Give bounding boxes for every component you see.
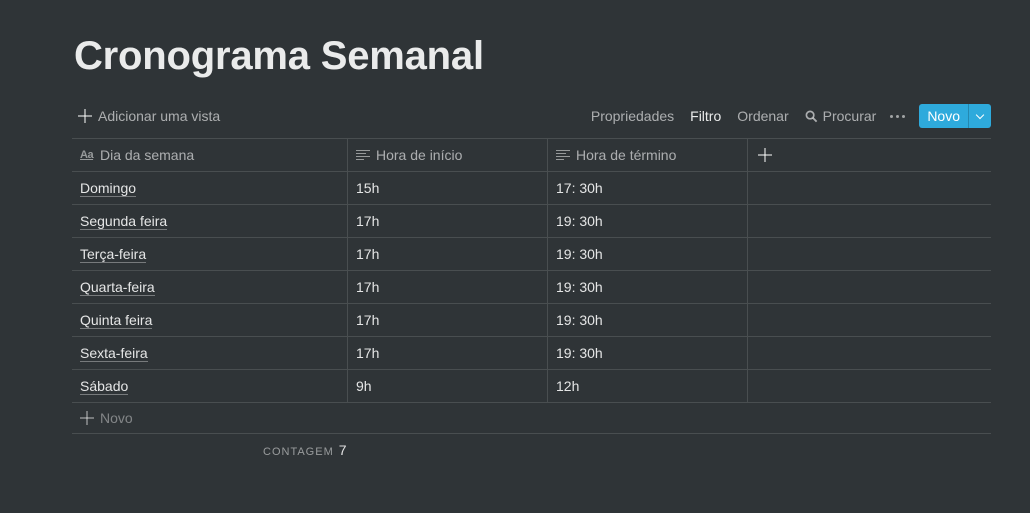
start-cell[interactable]: 17h	[348, 337, 548, 369]
table-row[interactable]: Sábado 9h 12h	[72, 370, 991, 403]
plus-icon	[78, 109, 92, 123]
page-title[interactable]: Cronograma Semanal	[74, 34, 484, 79]
day-cell[interactable]: Quarta-feira	[72, 271, 348, 303]
add-view-button[interactable]: Adicionar uma vista	[72, 108, 220, 124]
day-text: Domingo	[80, 179, 137, 197]
plus-icon	[758, 148, 772, 162]
day-text: Terça-feira	[80, 245, 147, 263]
search-icon	[805, 110, 817, 122]
column-header-end[interactable]: Hora de término	[548, 139, 748, 171]
start-cell[interactable]: 15h	[348, 172, 548, 204]
count-value: 7	[338, 442, 347, 458]
chevron-down-icon	[975, 110, 985, 119]
add-column-button[interactable]	[748, 139, 991, 171]
end-cell[interactable]: 12h	[548, 370, 748, 402]
start-cell[interactable]: 17h	[348, 205, 548, 237]
empty-cell[interactable]	[748, 205, 991, 237]
day-text: Quarta-feira	[80, 278, 155, 296]
title-aa-icon: Aa	[80, 149, 94, 161]
end-cell[interactable]: 19: 30h	[548, 205, 748, 237]
day-cell[interactable]: Terça-feira	[72, 238, 348, 270]
plus-icon	[80, 411, 94, 425]
end-cell[interactable]: 19: 30h	[548, 271, 748, 303]
day-cell[interactable]: Segunda feira	[72, 205, 348, 237]
table-row[interactable]: Quinta feira 17h 19: 30h	[72, 304, 991, 337]
day-text: Sábado	[80, 377, 129, 395]
filter-button[interactable]: Filtro	[682, 108, 729, 124]
database-table: Aa Dia da semana Hora de início Hora de …	[72, 138, 991, 434]
text-lines-icon	[556, 149, 570, 161]
column-header-start[interactable]: Hora de início	[348, 139, 548, 171]
end-cell[interactable]: 19: 30h	[548, 238, 748, 270]
start-cell[interactable]: 17h	[348, 271, 548, 303]
start-cell[interactable]: 9h	[348, 370, 548, 402]
new-button[interactable]: Novo	[919, 104, 968, 128]
add-view-label: Adicionar uma vista	[98, 108, 221, 124]
day-cell[interactable]: Sexta-feira	[72, 337, 348, 369]
column-header-label: Hora de início	[376, 147, 463, 163]
day-cell[interactable]: Sábado	[72, 370, 348, 402]
end-cell[interactable]: 19: 30h	[548, 337, 748, 369]
end-cell[interactable]: 17: 30h	[548, 172, 748, 204]
table-row[interactable]: Segunda feira 17h 19: 30h	[72, 205, 991, 238]
sort-button[interactable]: Ordenar	[729, 108, 796, 124]
empty-cell[interactable]	[748, 172, 991, 204]
empty-cell[interactable]	[748, 304, 991, 336]
column-header-day[interactable]: Aa Dia da semana	[72, 139, 348, 171]
view-toolbar: Adicionar uma vista Propriedades Filtro …	[72, 102, 991, 130]
empty-cell[interactable]	[748, 271, 991, 303]
empty-cell[interactable]	[748, 337, 991, 369]
search-button[interactable]: Procurar	[797, 108, 885, 124]
start-cell[interactable]: 17h	[348, 238, 548, 270]
day-text: Quinta feira	[80, 311, 153, 329]
table-header-row: Aa Dia da semana Hora de início Hora de …	[72, 139, 991, 172]
database-page: Cronograma Semanal Adicionar uma vista P…	[0, 0, 1030, 513]
new-button-group: Novo	[919, 104, 991, 128]
count-summary[interactable]: CONTAGEM 7	[263, 442, 347, 458]
more-options-icon[interactable]	[884, 106, 913, 126]
new-dropdown-button[interactable]	[968, 104, 991, 128]
column-header-label: Hora de término	[576, 147, 677, 163]
table-row[interactable]: Terça-feira 17h 19: 30h	[72, 238, 991, 271]
day-text: Segunda feira	[80, 212, 168, 230]
empty-cell[interactable]	[748, 238, 991, 270]
day-cell[interactable]: Domingo	[72, 172, 348, 204]
table-row[interactable]: Domingo 15h 17: 30h	[72, 172, 991, 205]
properties-button[interactable]: Propriedades	[583, 108, 682, 124]
start-cell[interactable]: 17h	[348, 304, 548, 336]
search-label: Procurar	[822, 108, 877, 124]
empty-cell[interactable]	[748, 370, 991, 402]
table-row[interactable]: Sexta-feira 17h 19: 30h	[72, 337, 991, 370]
add-row-button[interactable]: Novo	[72, 403, 991, 434]
table-row[interactable]: Quarta-feira 17h 19: 30h	[72, 271, 991, 304]
column-header-label: Dia da semana	[100, 147, 195, 163]
add-row-label: Novo	[100, 410, 133, 426]
day-cell[interactable]: Quinta feira	[72, 304, 348, 336]
toolbar-actions: Propriedades Filtro Ordenar Procurar Nov…	[583, 104, 991, 128]
text-lines-icon	[356, 149, 370, 161]
count-label: CONTAGEM	[263, 446, 334, 458]
day-text: Sexta-feira	[80, 344, 148, 362]
end-cell[interactable]: 19: 30h	[548, 304, 748, 336]
